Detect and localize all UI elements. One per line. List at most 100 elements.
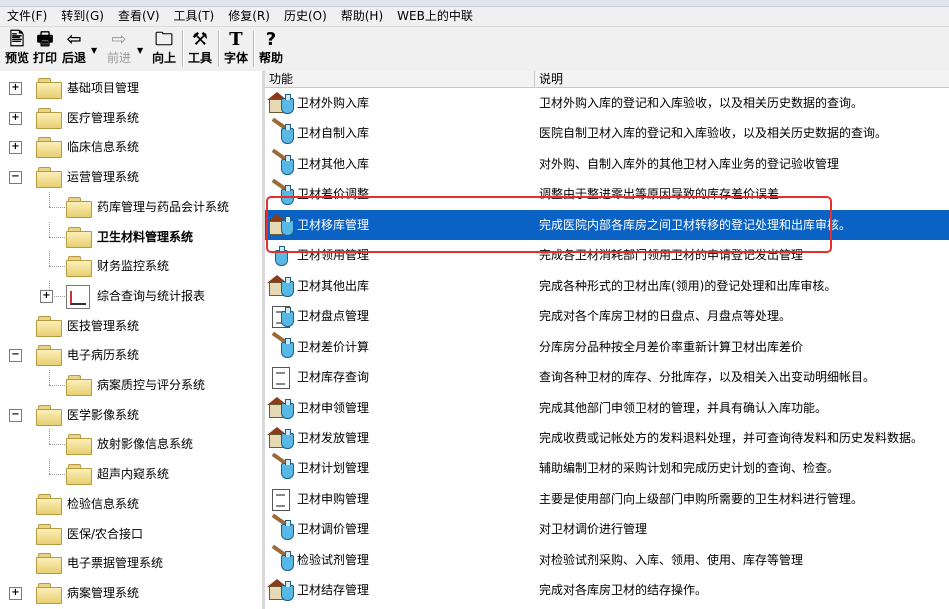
navigation-tree[interactable]: + 基础项目管理 + 医疗管理系统 + 临床信息系统 − 运营管理系统 药库管理与药品会计系统卫… — [0, 71, 265, 609]
list-row-selected[interactable]: 卫材移库管理 完成医院内部各库房之间卫材转移的登记处理和出库审核。 — [265, 210, 949, 240]
menu-help[interactable]: 帮助(H) — [334, 7, 390, 26]
tree-node[interactable]: 电子票据管理系统 — [0, 548, 262, 578]
up-button[interactable]: 🗀 向上 — [150, 29, 178, 69]
tree-node[interactable]: + 病案管理系统 — [0, 578, 262, 608]
folder-icon — [36, 405, 62, 426]
collapse-icon[interactable]: − — [9, 349, 22, 362]
list-row[interactable]: 卫材领用管理 完成各卫材消耗部门领用卫材的申请登记发出管理 — [265, 240, 949, 270]
menu-view[interactable]: 查看(V) — [111, 7, 167, 26]
list-row[interactable]: 卫材计划管理 辅助编制卫材的采购计划和完成历史计划的查询、检查。 — [265, 452, 949, 483]
list-row[interactable]: 卫材自制入库 医院自制卫材入库的登记和入库验收，以及相关历史数据的查询。 — [265, 117, 949, 148]
tree-node[interactable]: 放射影像信息系统 — [0, 429, 262, 459]
print-button[interactable]: 🖶 打印 — [32, 29, 58, 69]
list-row[interactable]: 卫材差价调整 调整由于整进零出等原因导致的库存差价误差 — [265, 178, 949, 209]
tree-node[interactable]: 卫生材料管理系统 — [0, 222, 262, 252]
list-row[interactable]: 卫材发放管理 完成收费或记帐处方的发料退料处理，并可查询待发料和历史发料数据。 — [265, 423, 949, 453]
column-header-function[interactable]: 功能 — [265, 71, 535, 87]
forward-dropdown-icon[interactable]: ▼ — [137, 46, 143, 55]
collapse-icon[interactable]: − — [9, 409, 22, 422]
expand-icon[interactable]: + — [40, 290, 53, 303]
list-row[interactable]: 卫材其他出库 完成各种形式的卫材出库(领用)的登记处理和出库审核。 — [265, 271, 949, 301]
font-label: 字体 — [223, 51, 248, 65]
up-folder-icon: 🗀 — [155, 29, 173, 50]
folder-icon — [36, 494, 62, 515]
back-button[interactable]: ⇦ 后退 — [60, 29, 88, 69]
list-row[interactable]: 卫材调价管理 对卫材调价进行管理 — [265, 513, 949, 544]
tree-node[interactable]: 医保/农合接口 — [0, 519, 262, 549]
tree-connector-line — [49, 385, 65, 386]
menu-web[interactable]: WEB上的中联 — [390, 7, 480, 26]
function-description: 对卫材调价进行管理 — [539, 522, 648, 536]
help-button[interactable]: ? 帮助 — [258, 29, 284, 69]
menu-repair[interactable]: 修复(R) — [221, 7, 277, 26]
menu-tools[interactable]: 工具(T) — [167, 7, 222, 26]
function-list[interactable]: 功能 说明 卫材外购入库 卫材外购入库的登记和入库验收，以及相关历史数据的查询。卫… — [265, 71, 949, 609]
tree-node[interactable]: 财务监控系统 — [0, 251, 262, 281]
expand-icon[interactable]: + — [9, 82, 22, 95]
column-header-description[interactable]: 说明 — [535, 71, 949, 87]
menu-goto[interactable]: 转到(G) — [54, 7, 111, 26]
tree-node-label: 检验信息系统 — [67, 497, 140, 511]
function-name: 卫材调价管理 — [297, 522, 370, 536]
list-row[interactable]: 卫材差价计算 分库房分品种按全月差价率重新计算卫材出库差价 — [265, 331, 949, 362]
tree-node-label: 财务监控系统 — [97, 259, 170, 273]
tree-node-label: 医技管理系统 — [67, 319, 140, 333]
menu-file[interactable]: 文件(F) — [0, 7, 54, 26]
function-description: 医院自制卫材入库的登记和入库验收，以及相关历史数据的查询。 — [539, 126, 888, 140]
tree-node[interactable]: − 运营管理系统 — [0, 162, 262, 192]
tree-node-label: 临床信息系统 — [67, 140, 140, 154]
function-description: 完成对各库房卫材的结存操作。 — [539, 583, 708, 597]
list-row[interactable]: 卫材外购入库 卫材外购入库的登记和入库验收，以及相关历史数据的查询。 — [265, 88, 949, 118]
tree-node[interactable]: 超声内窥系统 — [0, 459, 262, 489]
tree-node[interactable]: 医技管理系统 — [0, 311, 262, 341]
tree-node[interactable]: + 医疗管理系统 — [0, 103, 262, 133]
tree-node[interactable]: + 临床信息系统 — [0, 132, 262, 162]
function-description: 对外购、自制入库外的其他卫材入库业务的登记验收管理 — [539, 157, 840, 171]
preview-button[interactable]: 🖹 预览 — [4, 29, 30, 69]
collapse-icon[interactable]: − — [9, 171, 22, 184]
tree-node-label: 基础项目管理 — [67, 81, 140, 95]
forward-button[interactable]: ⇨ 前进 — [104, 29, 134, 69]
font-button[interactable]: T 字体 — [223, 29, 249, 69]
expand-icon[interactable]: + — [9, 112, 22, 125]
tree-connector-line — [49, 459, 50, 474]
tree-connector-line — [49, 429, 50, 444]
expand-icon[interactable]: + — [9, 587, 22, 600]
back-dropdown-icon[interactable]: ▼ — [91, 46, 97, 55]
tree-node[interactable]: − 电子病历系统 — [0, 340, 262, 370]
list-row[interactable]: 卫材库存查询 查询各种卫材的库存、分批库存，以及相关入出变动明细帐目。 — [265, 362, 949, 392]
list-row[interactable]: 卫材其他入库 对外购、自制入库外的其他卫材入库业务的登记验收管理 — [265, 148, 949, 179]
tools-icon: ⚒ — [191, 29, 209, 50]
tool-flask-icon — [268, 117, 294, 146]
list-row[interactable]: 卫材结存管理 完成对各库房卫材的结存操作。 — [265, 575, 949, 605]
function-name: 卫材结存管理 — [297, 583, 370, 597]
tree-node[interactable]: 病案质控与评分系统 — [0, 370, 262, 400]
tree-node[interactable]: 药库管理与药品会计系统 — [0, 192, 262, 222]
tree-node[interactable]: − 医学影像系统 — [0, 400, 262, 430]
expand-icon[interactable]: + — [9, 141, 22, 154]
tools-label: 工具 — [187, 51, 212, 65]
function-name: 卫材申购管理 — [297, 492, 370, 506]
preview-label: 预览 — [4, 51, 29, 65]
tree-node-label: 电子病历系统 — [67, 348, 140, 362]
list-row[interactable]: 卫材盘点管理 完成对各个库房卫材的日盘点、月盘点等处理。 — [265, 301, 949, 331]
forward-label: 前进 — [106, 51, 131, 65]
warehouse-flask-icon — [267, 213, 294, 238]
tree-node[interactable]: 检验信息系统 — [0, 489, 262, 519]
tree-node[interactable]: + 基础项目管理 — [0, 73, 262, 103]
clipboard-flask-icon — [268, 304, 294, 329]
up-label: 向上 — [151, 51, 176, 65]
list-row[interactable]: 卫材申购管理 主要是使用部门向上级部门申购所需要的卫生材料进行管理。 — [265, 484, 949, 514]
list-row[interactable]: 检验试剂管理 对检验试剂采购、入库、领用、使用、库存等管理 — [265, 544, 949, 575]
report-chart-icon — [66, 285, 90, 309]
folder-icon — [66, 197, 92, 218]
function-description: 调整由于整进零出等原因导致的库存差价误差 — [539, 187, 780, 201]
toolbar-separator — [182, 31, 184, 67]
tools-button[interactable]: ⚒ 工具 — [187, 29, 213, 69]
tree-connector-line — [49, 192, 50, 207]
document-icon — [268, 487, 294, 512]
list-row[interactable]: 卫材申领管理 完成其他部门申领卫材的管理，并具有确认入库功能。 — [265, 393, 949, 423]
function-name: 卫材库存查询 — [297, 370, 370, 384]
tree-node[interactable]: + 综合查询与统计报表 — [0, 281, 262, 311]
menu-history[interactable]: 历史(O) — [277, 7, 334, 26]
